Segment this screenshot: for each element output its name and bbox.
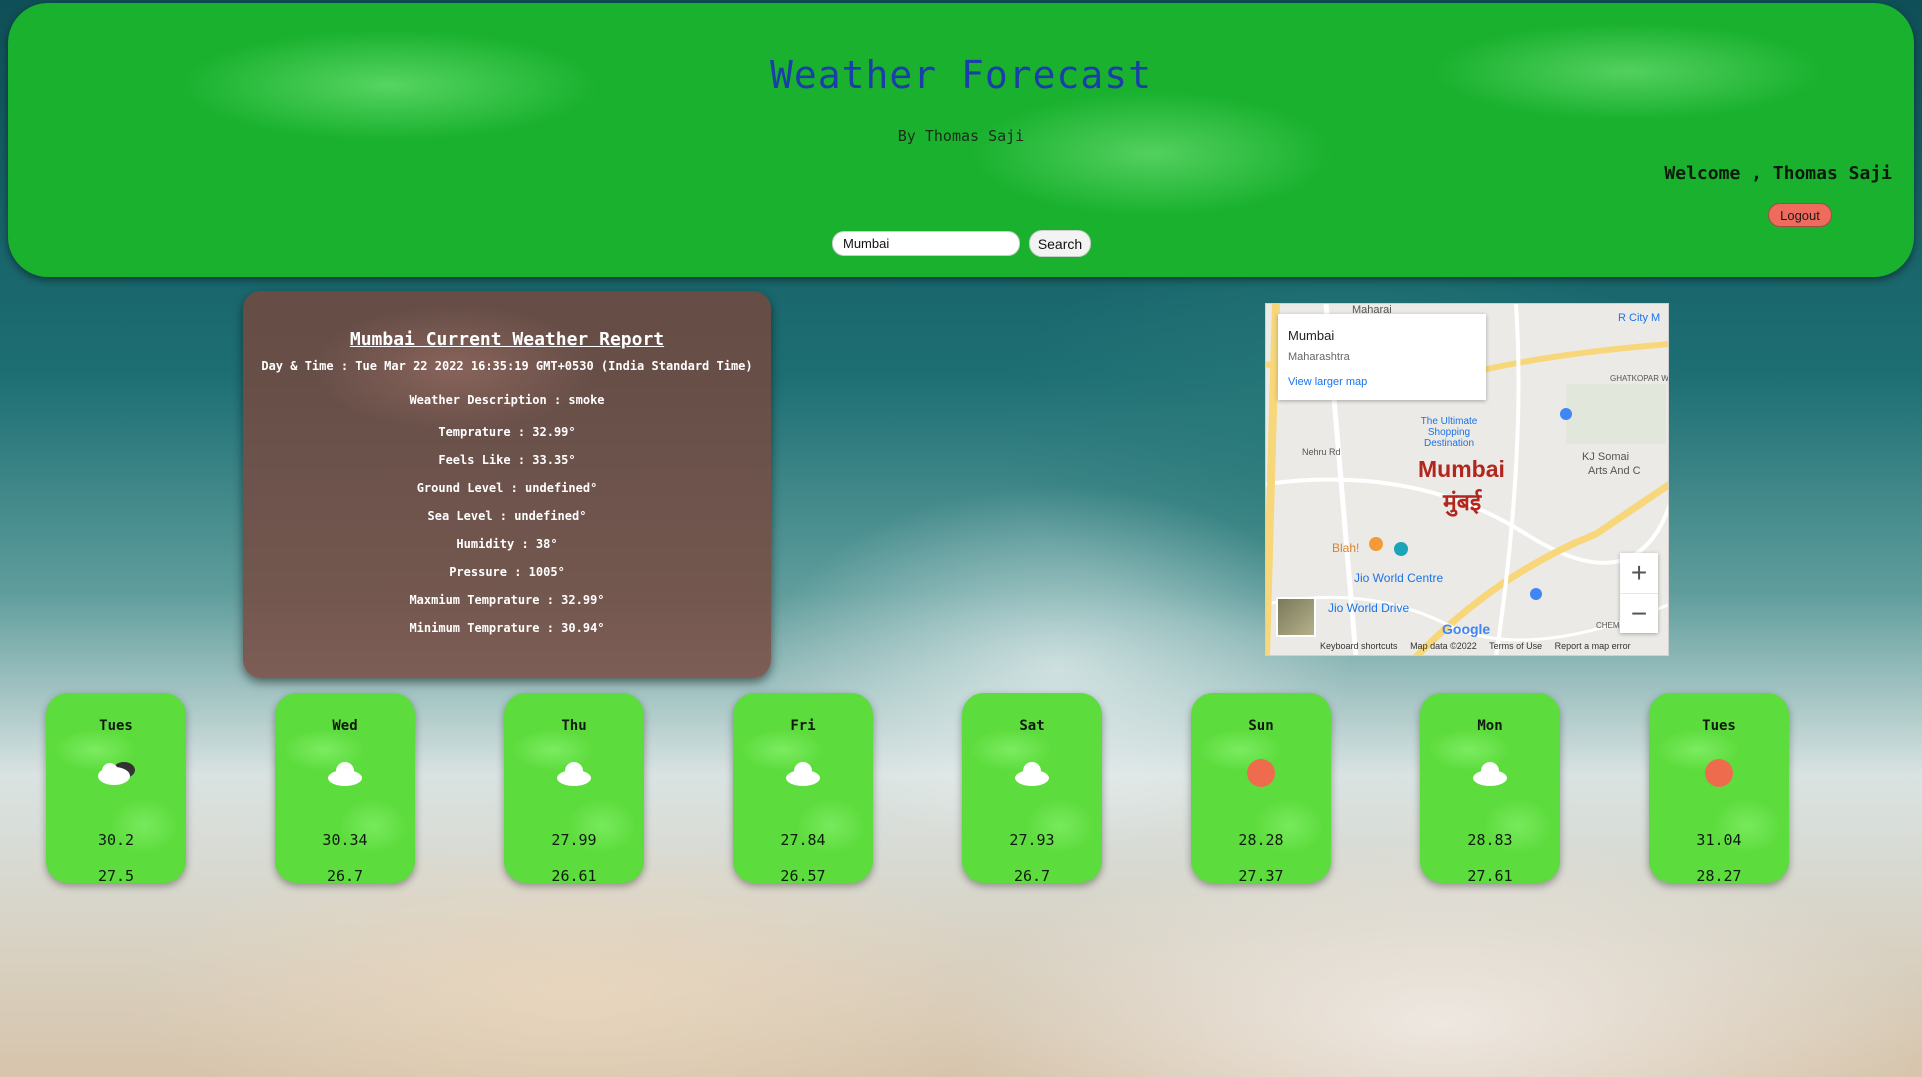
forecast-min-temp: 26.61 (551, 867, 597, 885)
forecast-min-temp: 26.57 (780, 867, 826, 885)
forecast-card: Wed 30.34 26.7 (275, 693, 415, 885)
forecast-min-temp: 26.7 (326, 867, 364, 885)
report-max-temp: Maxmium Temprature : 32.99° (409, 593, 605, 607)
forecast-max-temp: 31.04 (1696, 831, 1742, 849)
search-button[interactable]: Search (1029, 230, 1091, 257)
map-footer: Keyboard shortcuts Map data ©2022 Terms … (1320, 641, 1641, 651)
zoom-in-button[interactable]: + (1620, 553, 1658, 593)
forecast-card: Tues 30.2 27.5 (46, 693, 186, 885)
forecast-day: Sun (1248, 718, 1274, 734)
forecast-card: Mon 28.83 27.61 (1420, 693, 1560, 885)
forecast-max-temp: 28.83 (1467, 831, 1513, 849)
site-title: Weather Forecast (769, 53, 1153, 97)
cloud-icon (1420, 753, 1560, 793)
map-place-label: Blah! (1332, 541, 1360, 555)
logout-button[interactable]: Logout (1768, 203, 1832, 227)
zoom-out-button[interactable]: − (1620, 593, 1658, 634)
forecast-day: Fri (790, 718, 816, 734)
map-zoom-controls: + − (1620, 553, 1658, 633)
forecast-day: Tues (99, 718, 133, 734)
map-place-label: R City M (1618, 312, 1661, 324)
forecast-max-temp: 27.93 (1009, 831, 1055, 849)
cloud-icon (504, 753, 644, 793)
forecast-day: Sat (1019, 718, 1045, 734)
forecast-card: Thu 27.99 26.61 (504, 693, 644, 885)
forecast-card: Tues 31.04 28.27 (1649, 693, 1789, 885)
map-card-city: Mumbai (1288, 328, 1335, 343)
report-min-temp: Minimum Temprature : 30.94° (409, 621, 605, 635)
forecast-card: Sun 28.28 27.37 (1191, 693, 1331, 885)
forecast-card: Fri 27.84 26.57 (733, 693, 873, 885)
report-sea-level: Sea Level : undefined° (427, 509, 587, 523)
report-humidity: Humidity : 38° (456, 537, 558, 551)
view-larger-map-link[interactable]: View larger map (1288, 376, 1367, 388)
map-info-card: Mumbai Maharashtra View larger map (1278, 314, 1486, 400)
satellite-toggle[interactable] (1276, 597, 1316, 637)
forecast-day: Wed (332, 718, 358, 734)
report-title: Mumbai Current Weather Report (349, 329, 665, 350)
forecast-day: Tues (1702, 718, 1736, 734)
map-place-label: Arts And C (1588, 465, 1641, 477)
cloud-icon (275, 753, 415, 793)
map-place-label: Nehru Rd (1302, 447, 1341, 457)
forecast-max-temp: 28.28 (1238, 831, 1284, 849)
map-place-label: Jio World Drive (1328, 601, 1410, 615)
forecast-min-temp: 27.5 (97, 867, 135, 885)
google-logo: Google (1442, 621, 1491, 637)
forecast-day: Mon (1477, 718, 1503, 734)
cloud-icon (962, 753, 1102, 793)
map-data-text: Map data ©2022 (1410, 641, 1477, 651)
report-datetime: Day & Time : Tue Mar 22 2022 16:35:19 GM… (261, 359, 753, 373)
map-city-label: Mumbai (1418, 456, 1505, 482)
report-pressure: Pressure : 1005° (449, 565, 565, 579)
few-clouds-icon (46, 753, 186, 793)
map-city-label-hindi: मुंबई (1443, 489, 1482, 515)
keyboard-shortcuts-link[interactable]: Keyboard shortcuts (1320, 641, 1398, 651)
map-place-label: The Ultimate Shopping Destination (1420, 416, 1478, 449)
forecast-max-temp: 27.99 (551, 831, 597, 849)
terms-link[interactable]: Terms of Use (1489, 641, 1542, 651)
forecast-min-temp: 28.27 (1696, 867, 1742, 885)
sun-icon (1191, 753, 1331, 793)
map-place-label: KJ Somai (1582, 451, 1630, 463)
author-byline: By Thomas Saji (897, 127, 1025, 145)
forecast-max-temp: 30.2 (97, 831, 135, 849)
forecast-card: Sat 27.93 26.7 (962, 693, 1102, 885)
map-card-region: Maharashtra (1288, 351, 1350, 363)
forecast-min-temp: 27.37 (1238, 867, 1284, 885)
map-place-label: Jio World Centre (1354, 571, 1444, 585)
report-temperature: Temprature : 32.99° (438, 425, 576, 439)
forecast-min-temp: 26.7 (1013, 867, 1051, 885)
map-place-label: GHATKOPAR WEST (1610, 374, 1669, 383)
report-feels-like: Feels Like : 33.35° (438, 453, 576, 467)
forecast-min-temp: 27.61 (1467, 867, 1513, 885)
cloud-icon (733, 753, 873, 793)
forecast-day: Thu (561, 718, 587, 734)
report-error-link[interactable]: Report a map error (1555, 641, 1631, 651)
current-weather-panel: Mumbai Current Weather Report Day & Time… (243, 291, 771, 678)
report-ground-level: Ground Level : undefined° (416, 481, 598, 495)
city-search-input[interactable] (832, 231, 1020, 256)
forecast-max-temp: 30.34 (322, 831, 368, 849)
sun-icon (1649, 753, 1789, 793)
google-map-embed[interactable]: Jio World Centre Jio World Drive Blah! N… (1265, 303, 1669, 656)
forecast-max-temp: 27.84 (780, 831, 826, 849)
welcome-message: Welcome , Thomas Saji (1664, 163, 1892, 184)
report-description: Weather Description : smoke (409, 393, 605, 407)
